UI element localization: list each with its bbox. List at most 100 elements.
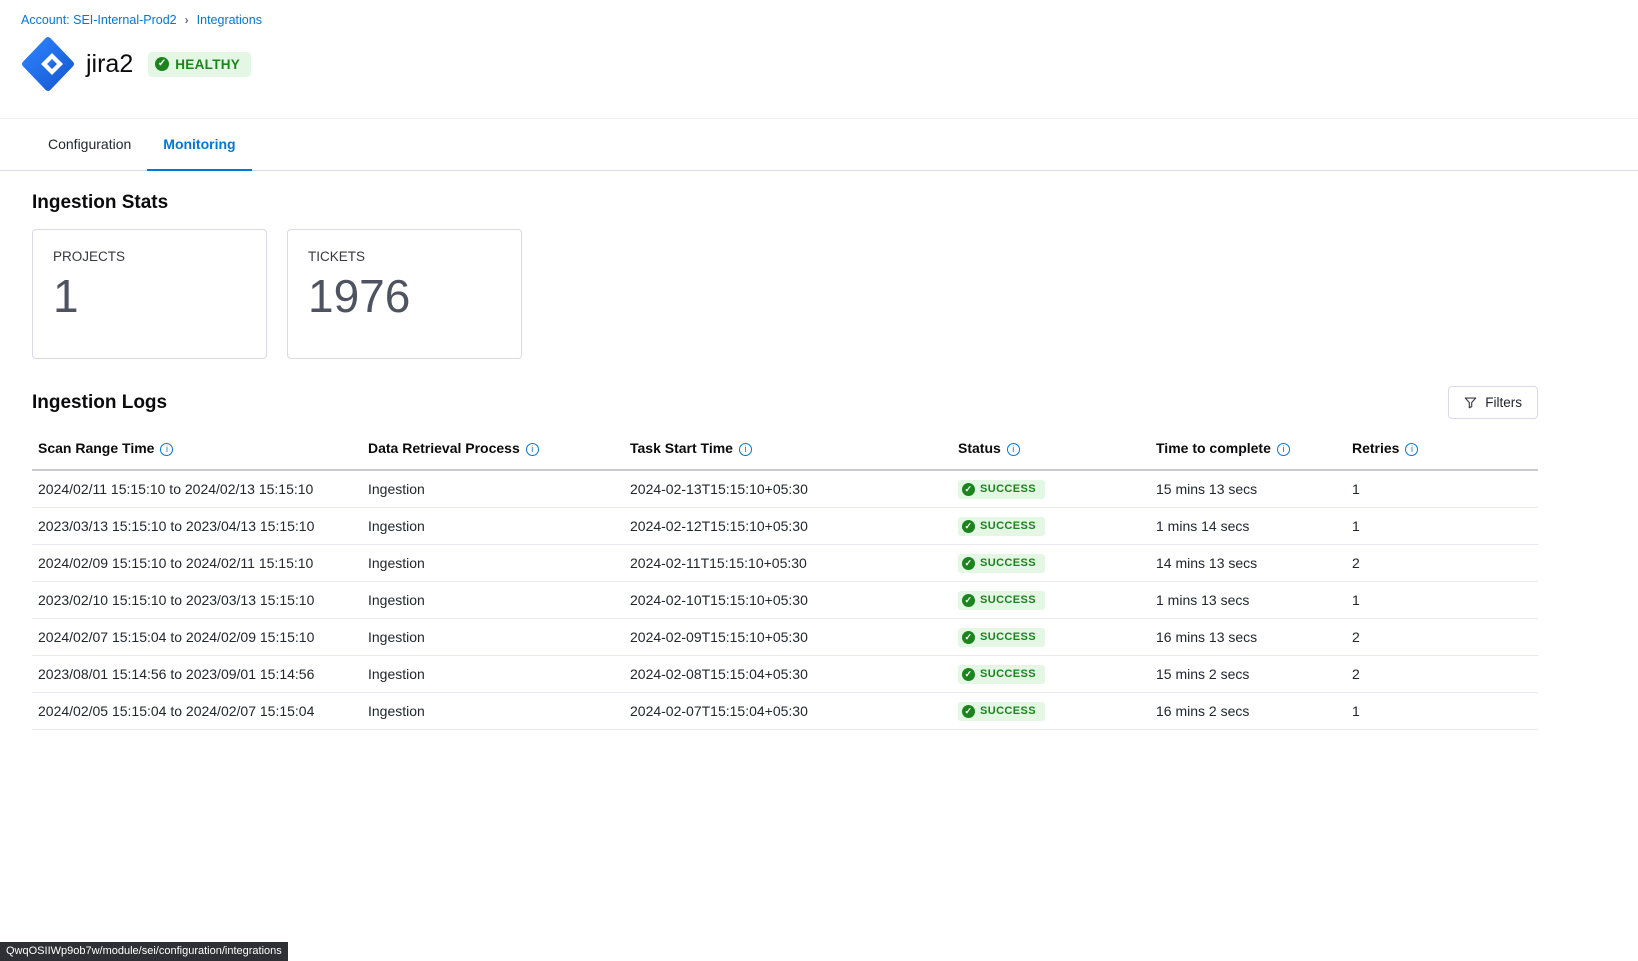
stat-card-label: TICKETS [308,249,501,264]
ingestion-logs-header: Ingestion Logs Filters [32,386,1538,419]
breadcrumb-separator-icon: › [185,13,189,27]
scan-range-cell: 2023/08/01 15:14:56 to 2023/09/01 15:14:… [32,655,362,692]
status-url-tooltip: QwqOSIIWp9ob7w/module/sei/configuration/… [0,942,288,961]
check-icon: ✓ [962,594,975,607]
column-header: Retries i [1346,432,1538,470]
status-badge-label: SUCCESS [980,483,1036,495]
stat-card-projects: PROJECTS 1 [32,229,267,359]
status-badge-label: SUCCESS [980,705,1036,717]
info-icon[interactable]: i [739,443,752,456]
column-header-label: Time to complete [1156,440,1271,456]
task-start-cell: 2024-02-08T15:15:04+05:30 [624,655,952,692]
status-cell: ✓ SUCCESS [952,581,1150,618]
process-cell: Ingestion [362,544,624,581]
check-icon: ✓ [155,57,169,71]
retries-cell: 2 [1346,618,1538,655]
status-cell: ✓ SUCCESS [952,618,1150,655]
check-icon: ✓ [962,483,975,496]
status-badge-label: SUCCESS [980,668,1036,680]
check-icon: ✓ [962,668,975,681]
ingestion-logs-table: Scan Range TimeiData Retrieval ProcessiT… [32,432,1538,730]
column-header-label: Scan Range Time [38,440,154,456]
task-start-cell: 2024-02-13T15:15:10+05:30 [624,470,952,507]
process-cell: Ingestion [362,507,624,544]
retries-cell: 2 [1346,544,1538,581]
stat-card-value: 1 [53,269,246,323]
status-cell: ✓ SUCCESS [952,692,1150,729]
tab-monitoring[interactable]: Monitoring [147,119,251,171]
breadcrumb-integrations-link[interactable]: Integrations [197,13,262,27]
filters-button-label: Filters [1485,395,1522,410]
check-icon: ✓ [962,520,975,533]
task-start-cell: 2024-02-09T15:15:10+05:30 [624,618,952,655]
tab-configuration[interactable]: Configuration [32,119,147,171]
process-cell: Ingestion [362,618,624,655]
status-cell: ✓SUCCESS [952,544,1150,581]
stat-card-tickets: TICKETS 1976 [287,229,522,359]
check-icon: ✓ [962,631,975,644]
table-row: 2024/02/09 15:15:10 to 2024/02/11 15:15:… [32,544,1538,581]
retries-cell: 1 [1346,507,1538,544]
info-icon[interactable]: i [1277,443,1290,456]
table-row: 2023/08/01 15:14:56 to 2023/09/01 15:14:… [32,655,1538,692]
process-cell: Ingestion [362,470,624,507]
status-badge: ✓ SUCCESS [958,702,1045,721]
info-icon[interactable]: i [1007,443,1020,456]
status-badge-label: SUCCESS [980,520,1036,532]
task-start-cell: 2024-02-11T15:15:10+05:30 [624,544,952,581]
status-badge: ✓ SUCCESS [958,517,1045,536]
retries-cell: 2 [1346,655,1538,692]
stat-card-value: 1976 [308,269,501,323]
stat-card-label: PROJECTS [53,249,246,264]
jira-logo-icon [21,36,75,92]
column-header: Time to complete i [1150,432,1346,470]
time-to-complete-cell: 1 mins 13 secs [1150,581,1346,618]
page-header: Account: SEI-Internal-Prod2 › Integratio… [0,0,1638,119]
column-header-label: Retries [1352,440,1399,456]
column-header: Task Start Time i [624,432,952,470]
time-to-complete-cell: 15 mins 2 secs [1150,655,1346,692]
tab-bar: Configuration Monitoring [0,119,1638,171]
time-to-complete-cell: 16 mins 13 secs [1150,618,1346,655]
time-to-complete-cell: 16 mins 2 secs [1150,692,1346,729]
status-badge-label: SUCCESS [980,631,1036,643]
title-row: jira2 ✓ HEALTHY [21,36,1638,92]
process-cell: Ingestion [362,692,624,729]
table-row: 2024/02/11 15:15:10 to 2024/02/13 15:15:… [32,470,1538,507]
status-badge: ✓SUCCESS [958,554,1045,573]
filters-button[interactable]: Filters [1448,386,1538,419]
process-cell: Ingestion [362,655,624,692]
integration-title: jira2 [86,50,133,79]
info-icon[interactable]: i [160,443,173,456]
breadcrumb-account-link[interactable]: Account: SEI-Internal-Prod2 [21,13,177,27]
status-badge: ✓ SUCCESS [958,591,1045,610]
info-icon[interactable]: i [526,443,539,456]
task-start-cell: 2024-02-07T15:15:04+05:30 [624,692,952,729]
task-start-cell: 2024-02-12T15:15:10+05:30 [624,507,952,544]
column-header-label: Task Start Time [630,440,733,456]
table-row: 2024/02/07 15:15:04 to 2024/02/09 15:15:… [32,618,1538,655]
stat-cards: PROJECTS 1 TICKETS 1976 [32,229,1538,359]
status-badge: ✓ SUCCESS [958,665,1045,684]
breadcrumb: Account: SEI-Internal-Prod2 › Integratio… [21,13,1638,27]
table-row: 2023/03/13 15:15:10 to 2023/04/13 15:15:… [32,507,1538,544]
time-to-complete-cell: 14 mins 13 secs [1150,544,1346,581]
health-badge-label: HEALTHY [175,57,240,72]
ingestion-logs-heading: Ingestion Logs [32,392,167,414]
column-header-label: Data Retrieval Process [368,440,520,456]
check-icon: ✓ [962,705,975,718]
column-header-label: Status [958,440,1001,456]
status-badge-label: SUCCESS [980,594,1036,606]
retries-cell: 1 [1346,692,1538,729]
info-icon[interactable]: i [1405,443,1418,456]
retries-cell: 1 [1346,470,1538,507]
check-icon: ✓ [962,557,975,570]
time-to-complete-cell: 1 mins 14 secs [1150,507,1346,544]
ingestion-stats-heading: Ingestion Stats [32,192,1538,214]
scan-range-cell: 2024/02/09 15:15:10 to 2024/02/11 15:15:… [32,544,362,581]
process-cell: Ingestion [362,581,624,618]
main-content: Ingestion Stats PROJECTS 1 TICKETS 1976 … [0,171,1638,730]
scan-range-cell: 2024/02/07 15:15:04 to 2024/02/09 15:15:… [32,618,362,655]
health-badge: ✓ HEALTHY [148,52,251,77]
column-header: Scan Range Time i [32,432,362,470]
